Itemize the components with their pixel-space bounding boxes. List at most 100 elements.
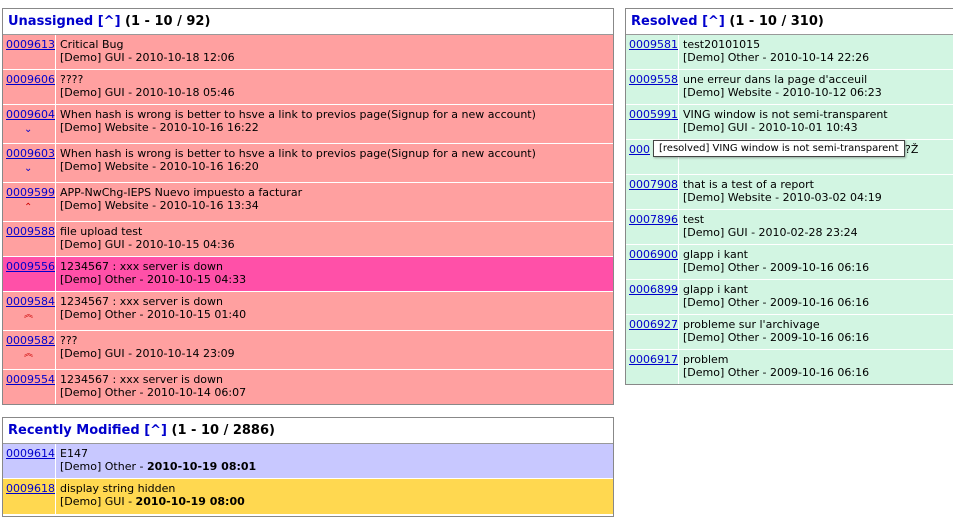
resolved-title[interactable]: Resolved [631,14,698,29]
issue-summary-cell: When hash is wrong is better to hsve a l… [56,105,613,143]
issue-meta: [Demo] GUI - 2010-10-18 12:06 [60,51,235,64]
modified-title[interactable]: Recently Modified [8,423,140,438]
table-row: 0007908 that is a test of a report [Demo] … [626,175,953,210]
unassigned-expand-link[interactable]: [^] [98,14,121,29]
issue-meta: [Demo] GUI - 2010-10-01 10:43 [683,121,858,134]
resolved-expand-link[interactable]: [^] [702,14,725,29]
issue-id-cell: 0009584 ︽ [3,292,56,330]
resolved-header: Resolved [^] (1 - 10 / 310) [626,9,953,34]
issue-meta: [Demo] Other - 2009-10-16 06:16 [683,366,870,379]
issue-id-link[interactable]: 0009604 [6,108,55,121]
issue-summary: une erreur dans la page d'acceuil [683,73,868,86]
issue-date: 2010-10-19 08:00 [135,495,245,508]
issue-meta: [Demo] Website - 2010-10-16 16:22 [60,121,259,134]
priority-urgent-icon: ︽ [24,349,34,359]
issue-id-link[interactable]: 0009599 [6,186,55,199]
issue-id-link[interactable]: 0009603 [6,147,55,160]
priority-urgent-icon: ︽ [24,310,34,320]
unassigned-header: Unassigned [^] (1 - 10 / 92) [3,9,613,34]
issue-meta: [Demo] Website - 2010-10-16 16:20 [60,160,259,173]
issue-meta: [Demo] GUI - 2010-10-18 05:46 [60,86,235,99]
issue-meta: [Demo] GUI - 2010-10-19 08:00 [60,495,613,508]
issue-summary: 1234567 : xxx server is down [60,260,223,273]
issue-id-cell: 0009581 [626,35,679,69]
unassigned-title[interactable]: Unassigned [8,14,93,29]
issue-summary: E147 [60,447,88,460]
issue-meta: [Demo] Other - 2010-10-14 22:26 [683,51,870,64]
truncated-summary-tail: ?Ž [905,143,919,156]
issue-summary-cell: Critical Bug [Demo] GUI - 2010-10-18 12:0… [56,35,613,69]
priority-low-icon: ⌄ [24,163,33,174]
issue-meta: [Demo] Other - 2009-10-16 06:16 [683,261,870,274]
issue-id-link[interactable]: 0007896 [629,213,678,226]
issue-id-link[interactable]: 0009614 [6,447,55,460]
issue-id-link[interactable]: 0009581 [629,38,678,51]
modified-panel: Recently Modified [^] (1 - 10 / 2886) 00… [2,417,614,517]
modified-expand-link[interactable]: [^] [144,423,167,438]
resolved-range: (1 - 10 / 310) [729,14,824,29]
table-row: 0009588 file upload test [Demo] GUI - 2010… [3,222,613,257]
issue-id-cell: 0006899 [626,280,679,314]
issue-summary: glapp i kant [683,283,748,296]
table-row: 0009603 ⌄ When hash is wrong is better to … [3,144,613,183]
issue-id-link[interactable]: 0009613 [6,38,55,51]
issue-summary-cell: problem [Demo] Other - 2009-10-16 06:16 [679,350,953,384]
issue-summary: probleme sur l'archivage [683,318,820,331]
issue-meta: [Demo] Other - 2009-10-16 06:16 [683,331,870,344]
issue-summary: Critical Bug [60,38,124,51]
table-row: 0007896 test [Demo] GUI - 2010-02-28 23:24 [626,210,953,245]
issue-id-link[interactable]: 0009606 [6,73,55,86]
table-row: 0006927 probleme sur l'archivage [Demo] Ot… [626,315,953,350]
table-row: 0009584 ︽ 1234567 : xxx server is down [Dem… [3,292,613,331]
issue-id-link[interactable]: 0006927 [629,318,678,331]
issue-summary: When hash is wrong is better to hsve a l… [60,108,536,121]
issue-tooltip: [resolved] VING window is not semi-trans… [653,140,905,157]
issue-summary-cell: test20101015 [Demo] Other - 2010-10-14 22… [679,35,953,69]
table-row: 0009614 E147 [Demo] Other - 2010-10-19 08:… [3,444,613,479]
issue-id-link[interactable]: 0009556 [6,260,55,273]
issue-project-category: [Demo] Other - [60,460,147,473]
issue-id-link[interactable]: 0006917 [629,353,678,366]
issue-id-link[interactable]: 0009582 [6,334,55,347]
table-row: 0009613 Critical Bug [Demo] GUI - 2010-10-… [3,35,613,70]
issue-id-link[interactable]: 0006899 [629,283,678,296]
issue-id-link[interactable]: 0009618 [6,482,55,495]
issue-meta: [Demo] GUI - 2010-10-15 04:36 [60,238,235,251]
table-row: 0009556 1234567 : xxx server is down [Demo… [3,257,613,292]
issue-id-cell: 0009613 [3,35,56,69]
issue-summary-cell: probleme sur l'archivage [Demo] Other - 2… [679,315,953,349]
issue-id-link[interactable]: 0009554 [6,373,55,386]
issue-summary-cell: display string hidden [Demo] GUI - 2010-1… [56,479,613,514]
issue-id-cell: 0006917 [626,350,679,384]
issue-summary-cell: APP-NwChg-IEPS Nuevo impuesto a facturar… [56,183,613,221]
issue-id-link[interactable]: 0009558 [629,73,678,86]
table-row: 0006917 problem [Demo] Other - 2009-10-16 … [626,350,953,384]
table-row: 0005991 VING window is not semi-transpare… [626,105,953,140]
issue-id-cell: 0009558 [626,70,679,104]
issue-id-link[interactable]: 0009588 [6,225,55,238]
table-row: 0009581 test20101015 [Demo] Other - 2010-1… [626,35,953,70]
issue-id-link[interactable]: 0007908 [629,178,678,191]
issue-id-link[interactable]: 000 [629,143,650,156]
issue-summary-cell: VING window is not semi-transparent [Demo… [679,105,953,139]
issue-summary-cell: that is a test of a report [Demo] Website… [679,175,953,209]
issue-summary-cell: une erreur dans la page d'acceuil [Demo] … [679,70,953,104]
issue-id-link[interactable]: 0006900 [629,248,678,261]
issue-id-cell: 0009604 ⌄ [3,105,56,143]
issue-meta: [Demo] Website - 2010-10-12 06:23 [683,86,882,99]
resolved-list: 0009581 test20101015 [Demo] Other - 2010-1… [626,34,953,384]
issue-id-cell: 0009556 [3,257,56,291]
issue-id-cell: 0009606 [3,70,56,104]
issue-id-cell: 0009582 ︽ [3,331,56,369]
modified-range: (1 - 10 / 2886) [171,423,275,438]
table-row: 0009599 ⌃ APP-NwChg-IEPS Nuevo impuesto a … [3,183,613,222]
issue-id-link[interactable]: 0005991 [629,108,678,121]
issue-meta: [Demo] Other - 2010-10-15 04:33 [60,273,247,286]
issue-id-link[interactable]: 0009584 [6,295,55,308]
modified-header: Recently Modified [^] (1 - 10 / 2886) [3,418,613,443]
issue-summary: VING window is not semi-transparent [683,108,888,121]
issue-summary-cell: test [Demo] GUI - 2010-02-28 23:24 [679,210,953,244]
issue-summary-cell: E147 [Demo] Other - 2010-10-19 08:01 [56,444,613,478]
table-row: 0009604 ⌄ When hash is wrong is better to … [3,105,613,144]
issue-id-cell: 0006900 [626,245,679,279]
